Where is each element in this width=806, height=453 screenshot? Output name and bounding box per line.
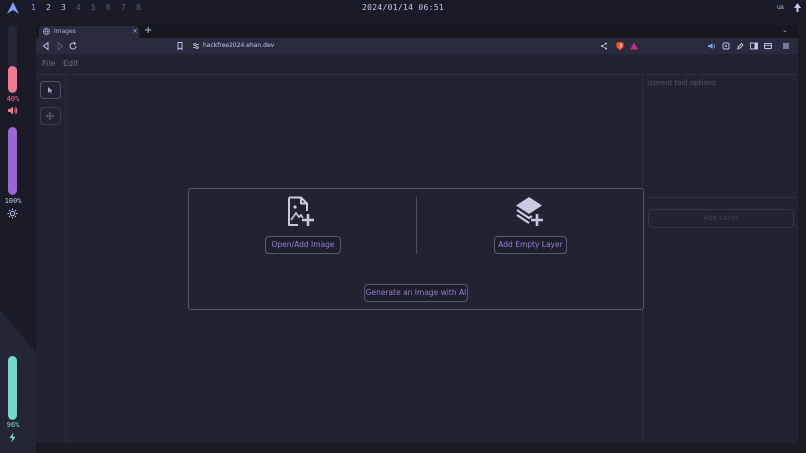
pointer-icon [48, 87, 53, 94]
globe-icon [43, 28, 50, 35]
network-icon[interactable] [794, 3, 801, 12]
move-tool-button[interactable] [40, 107, 61, 125]
add-empty-layer-button[interactable]: Add Empty Layer [494, 236, 567, 254]
brave-shields-icon[interactable] [615, 41, 625, 51]
start-dialog: Open/Add Image Add Empty Layer Generate … [188, 188, 644, 310]
file-add-icon [288, 196, 314, 226]
open-add-image-button[interactable]: Open/Add Image [265, 236, 341, 254]
page-content: File Edit current tool options Add Layer [36, 54, 798, 443]
share-icon[interactable] [599, 41, 609, 51]
move-icon [46, 112, 54, 120]
menu-icon[interactable] [781, 41, 791, 51]
clock: 2024/01/14 06:51 [362, 3, 444, 12]
bookmark-icon[interactable] [175, 41, 185, 51]
sun-icon[interactable] [7, 208, 18, 219]
tool-options-label: current tool options [647, 79, 716, 87]
add-layer-button[interactable]: Add Layer [648, 209, 794, 228]
battery-percent: 96% [6, 421, 20, 429]
battery-meter [8, 353, 17, 420]
wallet-icon[interactable] [735, 41, 745, 51]
right-panel: current tool options Add Layer [642, 75, 798, 443]
menu-edit[interactable]: Edit [63, 59, 79, 68]
menu-file[interactable]: File [42, 59, 55, 68]
select-tool-button[interactable] [40, 81, 61, 99]
vpn-icon[interactable] [763, 41, 773, 51]
sidebar: 40% 100% 96% [0, 22, 28, 453]
tab-close-icon[interactable]: × [132, 27, 138, 35]
reload-icon[interactable] [68, 41, 78, 51]
media-audio-icon[interactable] [707, 41, 717, 51]
brave-rewards-icon[interactable] [629, 41, 639, 51]
toolbox [36, 75, 66, 443]
brightness-slider[interactable] [8, 127, 17, 195]
top-bar: 1 2 3 4 5 6 7 8 2024/01/14 06:51 us [0, 0, 806, 16]
volume-slider[interactable] [8, 25, 17, 93]
brightness-level [8, 127, 17, 195]
browser-window: Images × + ⌄ hackfree2024.ehan.dev File … [36, 25, 798, 443]
brightness-percent: 100% [4, 197, 22, 205]
sidebar-toggle-icon[interactable] [749, 41, 759, 51]
lightning-icon [9, 432, 16, 443]
forward-icon[interactable] [55, 41, 65, 51]
tab-list-chevron-icon[interactable]: ⌄ [782, 26, 788, 34]
back-icon[interactable] [41, 41, 51, 51]
speaker-icon[interactable] [7, 105, 18, 116]
dialog-divider [416, 197, 417, 254]
site-settings-icon[interactable] [191, 41, 201, 51]
layer-add-icon [516, 197, 543, 226]
tab-images[interactable]: Images × [39, 26, 139, 38]
extensions-icon[interactable] [721, 41, 731, 51]
app-menubar: File Edit [36, 54, 798, 75]
panel-divider [643, 197, 798, 198]
tab-bar: Images × + ⌄ [36, 25, 798, 38]
generate-ai-image-button[interactable]: Generate an Image with AI [364, 284, 468, 302]
keyboard-layout[interactable]: us [777, 4, 784, 11]
battery-level [8, 355, 17, 420]
volume-level [8, 65, 17, 93]
volume-percent: 40% [6, 95, 20, 103]
new-tab-icon[interactable]: + [144, 25, 152, 36]
url-bar[interactable]: hackfree2024.ehan.dev [203, 42, 274, 49]
nav-bar: hackfree2024.ehan.dev [36, 38, 798, 54]
tab-title: Images [54, 28, 76, 35]
